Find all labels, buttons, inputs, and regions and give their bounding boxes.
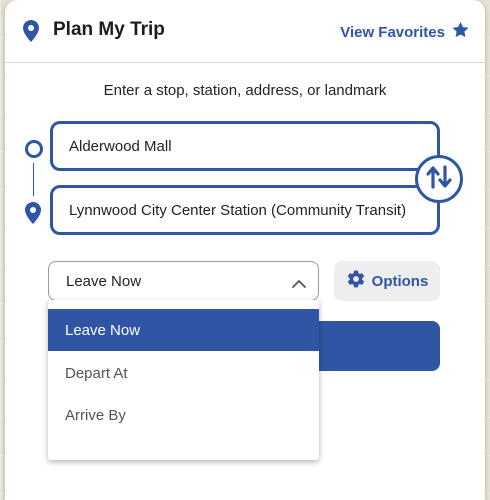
option-leave-now[interactable]: Leave Now	[48, 309, 319, 351]
destination-pin-icon	[25, 202, 41, 229]
time-select-dropdown: Leave Now Depart At Arrive By	[48, 300, 319, 460]
view-favorites-link[interactable]: View Favorites	[340, 22, 469, 42]
options-button[interactable]: Options	[334, 261, 440, 301]
star-icon	[452, 22, 469, 42]
destination-input[interactable]: Lynnwood City Center Station (Community …	[50, 185, 440, 235]
time-select[interactable]: Leave Now	[48, 261, 319, 301]
swap-locations-button[interactable]	[415, 155, 463, 203]
gear-icon	[346, 269, 366, 293]
trip-planner-panel: Plan My Trip View Favorites Enter a stop…	[5, 0, 485, 500]
map-pin-icon	[23, 20, 39, 47]
chevron-up-icon	[292, 275, 306, 292]
instructions-text: Enter a stop, station, address, or landm…	[103, 82, 387, 99]
time-select-value: Leave Now	[66, 272, 142, 290]
page-title: Plan My Trip	[53, 19, 165, 40]
panel-header: Plan My Trip View Favorites	[5, 0, 485, 63]
origin-input[interactable]: Alderwood Mall	[50, 121, 440, 171]
origin-circle-icon	[25, 140, 43, 158]
plan-trip-button[interactable]	[305, 321, 440, 371]
option-depart-at[interactable]: Depart At	[48, 352, 319, 394]
options-label: Options	[371, 272, 429, 290]
swap-arrows-icon	[426, 164, 452, 194]
option-arrive-by[interactable]: Arrive By	[48, 394, 319, 436]
route-connector-line	[33, 163, 34, 196]
view-favorites-label: View Favorites	[340, 23, 445, 41]
